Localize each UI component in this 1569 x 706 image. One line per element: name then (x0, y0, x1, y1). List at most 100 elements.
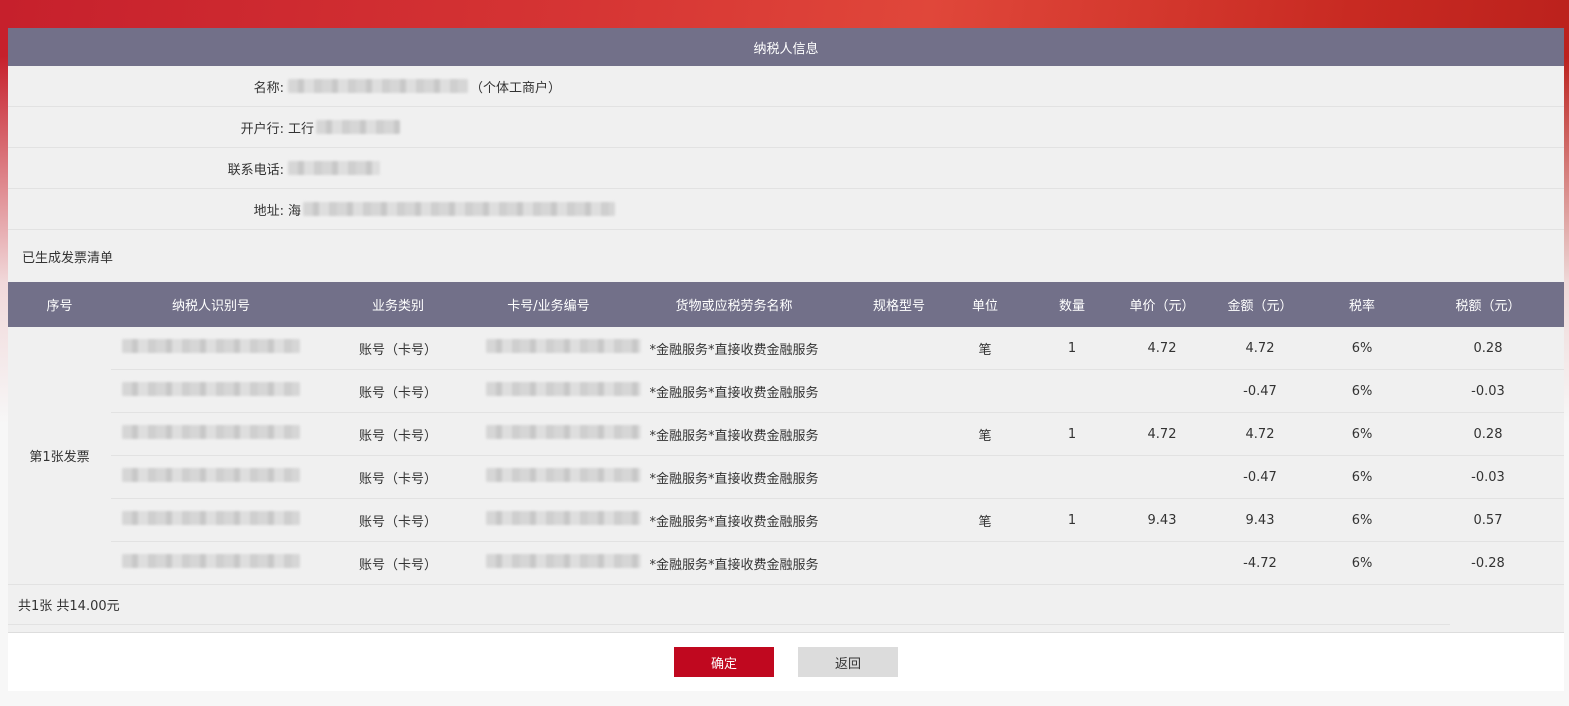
item-cell: *金融服务*直接收费金融服务 (612, 541, 856, 585)
tax-cell: -0.28 (1412, 541, 1564, 585)
card-no-redacted (486, 468, 641, 482)
card-no-redacted (486, 339, 641, 353)
card-no-cell (485, 541, 641, 585)
taxpayer-id-redacted (122, 425, 300, 439)
card-no-redacted (486, 554, 641, 568)
name-suffix: （个体工商户） (470, 80, 562, 96)
col-header-spec: 规格型号 (856, 282, 942, 327)
spec-cell (856, 455, 942, 499)
spec-cell (856, 327, 942, 370)
item-cell: *金融服务*直接收费金融服务 (612, 498, 856, 542)
invoice-table: 序号 纳税人识别号 业务类别 卡号/业务编号 货物或应税劳务名称 规格型号 单位… (8, 282, 1564, 585)
name-redacted (288, 79, 468, 93)
taxpayer-id-redacted (122, 554, 300, 568)
back-button[interactable]: 返回 (798, 647, 898, 677)
card-no-cell (485, 498, 641, 542)
action-bar: 确定 返回 (8, 632, 1564, 691)
bank-value: 工行 (288, 118, 401, 137)
tax-cell: 0.57 (1412, 498, 1564, 542)
panel-title: 纳税人信息 (8, 28, 1564, 66)
phone-label: 联系电话: (227, 162, 284, 178)
info-row-bank: 开户行: 工行 (8, 107, 1564, 148)
item-cell: *金融服务*直接收费金融服务 (612, 327, 856, 370)
tax-cell: 0.28 (1412, 327, 1564, 370)
category-cell: 账号（卡号） (311, 498, 485, 542)
table-row: 账号（卡号） *金融服务*直接收费金融服务 笔 1 4.72 4.72 6% 0… (8, 412, 1564, 456)
rate-cell: 6% (1312, 541, 1412, 585)
col-header-unit: 单位 (942, 282, 1028, 327)
col-header-tax: 税额（元） (1412, 282, 1564, 327)
price-cell: 9.43 (1116, 498, 1208, 542)
card-no-cell (485, 327, 641, 370)
rate-cell: 6% (1312, 327, 1412, 370)
bank-redacted (316, 120, 401, 134)
bank-prefix: 工行 (288, 121, 315, 137)
bank-label: 开户行: (240, 121, 284, 137)
taxpayer-id-cell (111, 369, 311, 413)
col-header-seq: 序号 (8, 282, 111, 327)
table-row: 账号（卡号） *金融服务*直接收费金融服务 -4.72 6% -0.28 (8, 541, 1564, 585)
rate-cell: 6% (1312, 498, 1412, 542)
card-no-cell (485, 412, 641, 456)
table-row: 账号（卡号） *金融服务*直接收费金融服务 笔 1 9.43 9.43 6% 0… (8, 498, 1564, 542)
table-row: 第1张发票 账号（卡号） *金融服务*直接收费金融服务 笔 1 4.72 4.7… (8, 327, 1564, 585)
name-label: 名称: (253, 80, 284, 96)
tax-cell: 0.28 (1412, 412, 1564, 456)
card-no-redacted (486, 382, 641, 396)
price-cell (1116, 541, 1208, 585)
item-cell: *金融服务*直接收费金融服务 (612, 412, 856, 456)
spec-cell (856, 498, 942, 542)
invoice-list-title: 已生成发票清单 (22, 250, 114, 266)
amount-cell: -0.47 (1208, 455, 1312, 499)
item-cell: *金融服务*直接收费金融服务 (612, 369, 856, 413)
qty-cell: 1 (1028, 498, 1116, 542)
taxpayer-id-cell (111, 541, 311, 585)
qty-cell (1028, 369, 1116, 413)
col-header-item: 货物或应税劳务名称 (612, 282, 856, 327)
qty-cell (1028, 541, 1116, 585)
amount-cell: -0.47 (1208, 369, 1312, 413)
confirm-button[interactable]: 确定 (674, 647, 774, 677)
taxpayer-id-redacted (122, 339, 300, 353)
table-header-row: 序号 纳税人识别号 业务类别 卡号/业务编号 货物或应税劳务名称 规格型号 单位… (8, 282, 1564, 327)
taxpayer-id-redacted (122, 382, 300, 396)
price-cell: 4.72 (1116, 412, 1208, 456)
category-cell: 账号（卡号） (311, 327, 485, 370)
price-cell: 4.72 (1116, 327, 1208, 370)
category-cell: 账号（卡号） (311, 455, 485, 499)
category-cell: 账号（卡号） (311, 412, 485, 456)
col-header-qty: 数量 (1028, 282, 1116, 327)
unit-cell: 笔 (942, 412, 1028, 456)
taxpayer-id-cell (111, 412, 311, 456)
card-no-redacted (486, 425, 641, 439)
card-no-redacted (486, 511, 641, 525)
price-cell (1116, 455, 1208, 499)
unit-cell: 笔 (942, 498, 1028, 542)
col-header-rate: 税率 (1312, 282, 1412, 327)
address-redacted (303, 202, 616, 216)
spec-cell (856, 541, 942, 585)
price-cell (1116, 369, 1208, 413)
spec-cell (856, 412, 942, 456)
name-value: （个体工商户） (288, 77, 561, 96)
address-prefix: 海 (288, 203, 302, 219)
item-cell: *金融服务*直接收费金融服务 (612, 455, 856, 499)
table-row: 账号（卡号） *金融服务*直接收费金融服务 -0.47 6% -0.03 (8, 369, 1564, 413)
amount-cell: -4.72 (1208, 541, 1312, 585)
taxpayer-id-redacted (122, 511, 300, 525)
taxpayer-id-cell (111, 455, 311, 499)
col-header-price: 单价（元） (1116, 282, 1208, 327)
address-label: 地址: (253, 203, 284, 219)
card-no-cell (485, 455, 641, 499)
taxpayer-panel: 纳税人信息 名称: （个体工商户） 开户行: 工行 联系电话: 地址: 海 已生… (8, 28, 1564, 690)
rate-cell: 6% (1312, 369, 1412, 413)
info-row-phone: 联系电话: (8, 148, 1564, 189)
qty-cell: 1 (1028, 327, 1116, 370)
address-value: 海 (288, 200, 616, 219)
taxpayer-id-cell (111, 498, 311, 542)
tax-cell: -0.03 (1412, 455, 1564, 499)
card-no-cell (485, 369, 641, 413)
category-cell: 账号（卡号） (311, 541, 485, 585)
taxpayer-id-cell (111, 327, 311, 370)
unit-cell: 笔 (942, 327, 1028, 370)
